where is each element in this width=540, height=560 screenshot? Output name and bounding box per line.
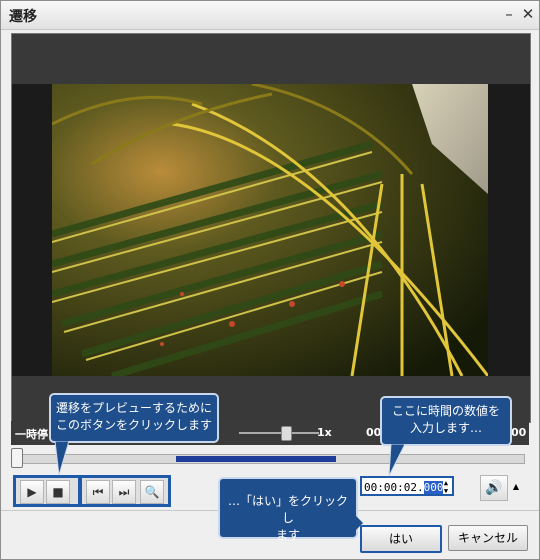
transition-time-input[interactable]: 00:00:02.000 ▲ ▼ bbox=[360, 476, 454, 496]
playback-button-group: ▶ ■ bbox=[13, 475, 81, 507]
stop-button[interactable]: ■ bbox=[46, 480, 70, 504]
seek-bar-handle[interactable] bbox=[11, 448, 23, 468]
cancel-button[interactable]: キャンセル bbox=[448, 525, 528, 551]
letterbox-top bbox=[12, 34, 530, 84]
palm-leaf-image bbox=[52, 84, 488, 376]
seek-bar-range bbox=[176, 456, 336, 462]
time-callout-pointer bbox=[388, 444, 406, 477]
seek-bar[interactable] bbox=[15, 454, 525, 464]
transition-dialog: 遷移 – ✕ 一時停 1x 00 00 ▶ ■ ⏮ ⏭ 🔍 00:00:02.0… bbox=[0, 0, 540, 560]
zoom-button[interactable]: 🔍 bbox=[140, 480, 164, 504]
title-bar: 遷移 – ✕ bbox=[1, 1, 539, 30]
preview-frame bbox=[52, 84, 488, 376]
skip-back-icon: ⏮ bbox=[92, 485, 104, 499]
speed-slider-handle[interactable] bbox=[281, 426, 292, 441]
previous-button[interactable]: ⏮ bbox=[86, 480, 110, 504]
speaker-icon: 🔊 bbox=[485, 480, 503, 496]
navigation-button-group: ⏮ ⏭ 🔍 bbox=[79, 475, 171, 507]
speed-slider[interactable] bbox=[239, 432, 319, 434]
video-preview bbox=[11, 33, 531, 423]
preview-callout: 遷移をプレビューするために このボタンをクリックします bbox=[49, 393, 219, 443]
play-button[interactable]: ▶ bbox=[20, 480, 44, 504]
ok-callout-pointer bbox=[355, 515, 363, 531]
play-icon: ▶ bbox=[27, 485, 37, 499]
ok-button[interactable]: はい bbox=[360, 525, 442, 553]
preview-callout-pointer bbox=[54, 441, 70, 476]
next-button[interactable]: ⏭ bbox=[112, 480, 136, 504]
spin-down-button[interactable]: ▼ bbox=[440, 487, 452, 503]
volume-dropdown-arrow[interactable]: ▲ bbox=[510, 479, 522, 495]
stop-icon: ■ bbox=[52, 485, 64, 499]
ok-callout: …「はい」をクリックし ます bbox=[218, 477, 358, 542]
skip-forward-icon: ⏭ bbox=[118, 485, 130, 499]
time-callout: ここに時間の数値を 入力します… bbox=[380, 396, 512, 446]
speed-label: 1x bbox=[317, 426, 332, 439]
volume-button[interactable]: 🔊 bbox=[480, 475, 508, 501]
close-button[interactable]: ✕ bbox=[519, 5, 537, 23]
pause-label: 一時停 bbox=[15, 428, 48, 441]
window-title: 遷移 bbox=[9, 9, 37, 25]
zoom-icon: 🔍 bbox=[144, 485, 160, 499]
time-label-right: 00 bbox=[511, 426, 527, 439]
time-value: 00:00:02. bbox=[364, 481, 424, 494]
minimize-button[interactable]: – bbox=[500, 5, 518, 23]
